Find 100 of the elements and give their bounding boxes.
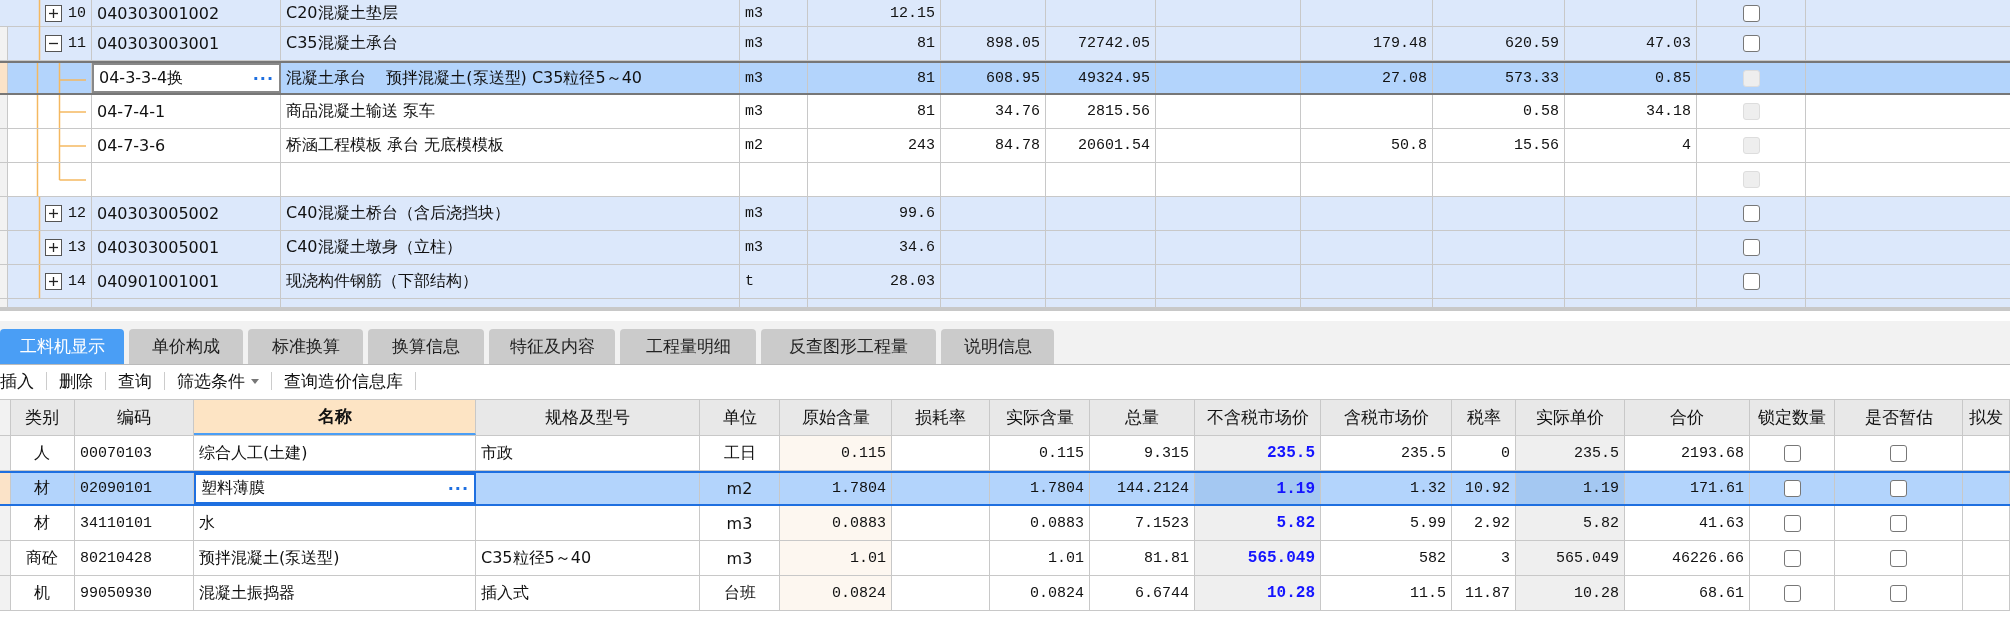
checkbox[interactable] bbox=[1742, 273, 1760, 290]
name-cell: 混凝土振捣器 bbox=[194, 576, 476, 610]
name-cell: C40混凝土墩身（立柱） bbox=[281, 231, 740, 264]
code-cell: 34110101 bbox=[75, 506, 194, 540]
name-cell: 水 bbox=[194, 506, 476, 540]
tab[interactable]: 单价构成 bbox=[129, 329, 243, 364]
column-header[interactable]: 拟发 bbox=[1963, 400, 2010, 435]
checkbox[interactable] bbox=[1742, 205, 1760, 222]
value-cell: 2193.68 bbox=[1625, 436, 1750, 470]
value-cell: 5.99 bbox=[1321, 506, 1452, 540]
checkbox[interactable] bbox=[1783, 514, 1801, 532]
checkbox[interactable] bbox=[1890, 584, 1907, 602]
expander-icon[interactable] bbox=[45, 5, 62, 22]
checkbox[interactable] bbox=[1742, 5, 1760, 22]
value-cell: 0.0824 bbox=[780, 576, 892, 610]
value-cell: 34.18 bbox=[1565, 95, 1697, 128]
table-row[interactable]: 11 040303003001 C35混凝土承台 m3 81 898.05 72742.05 179.48 620.59 47.03 bbox=[0, 27, 2010, 61]
checkbox[interactable] bbox=[1783, 480, 1801, 497]
more-button[interactable]: ··· bbox=[447, 479, 469, 498]
tab[interactable]: 特征及内容 bbox=[489, 329, 615, 364]
expander-icon[interactable] bbox=[45, 205, 62, 222]
column-header[interactable]: 名称 bbox=[194, 400, 476, 435]
value-cell: 1.7804 bbox=[990, 473, 1090, 504]
checkbox[interactable] bbox=[1890, 514, 1907, 532]
table-row[interactable]: 商砼 80210428 预拌混凝土(泵送型) C35粒径5～40 m3 1.01 1.01 81.81 565.049 582 3 565.049 46226.66 bbox=[0, 541, 2010, 576]
table-row[interactable]: 04-3-3-4换 ··· 混凝土承台 预拌混凝土(泵送型) C35粒径5～40 m3 81 608.95 49324.95 27.08 573.33 0.85 bbox=[0, 61, 2010, 95]
value-cell: 20601.54 bbox=[1046, 129, 1156, 162]
table-row[interactable]: 14 040901001001 现浇构件钢筋（下部结构） t 28.03 bbox=[0, 265, 2010, 299]
column-header[interactable]: 总量 bbox=[1090, 400, 1195, 435]
column-header[interactable]: 规格及型号 bbox=[476, 400, 700, 435]
column-header[interactable]: 实际含量 bbox=[990, 400, 1090, 435]
code-cell: 04-7-4-1 bbox=[92, 95, 281, 128]
tab[interactable]: 说明信息 bbox=[941, 329, 1054, 364]
unit-cell: m3 bbox=[740, 63, 808, 93]
value-cell: 84.78 bbox=[941, 129, 1046, 162]
checkbox[interactable] bbox=[1742, 35, 1760, 52]
expander-icon[interactable] bbox=[45, 239, 62, 256]
column-header[interactable]: 实际单价 bbox=[1516, 400, 1625, 435]
code-cell: 80210428 bbox=[75, 541, 194, 575]
value-cell: 27.08 bbox=[1301, 63, 1433, 93]
unit-cell: m3 bbox=[740, 197, 808, 230]
tab[interactable]: 标准换算 bbox=[248, 329, 363, 364]
value-cell: 573.33 bbox=[1433, 63, 1565, 93]
column-header[interactable]: 锁定数量 bbox=[1750, 400, 1835, 435]
value-cell: 179.48 bbox=[1301, 27, 1433, 60]
table-row[interactable]: 机 99050930 混凝土振捣器 插入式 台班 0.0824 0.0824 6.6744 10.28 11.5 11.87 10.28 68.61 bbox=[0, 576, 2010, 611]
value-cell: 582 bbox=[1321, 541, 1452, 575]
checkbox[interactable] bbox=[1742, 239, 1760, 256]
value-cell: 28.03 bbox=[808, 265, 941, 298]
toolbar-button[interactable]: 查询 bbox=[106, 369, 164, 393]
spec-cell: 市政 bbox=[476, 436, 700, 470]
table-row[interactable]: 材 34110101 水 m3 0.0883 0.0883 7.1523 5.82 5.99 2.92 5.82 41.63 bbox=[0, 506, 2010, 541]
checkbox[interactable] bbox=[1890, 549, 1907, 567]
value-cell: 99.6 bbox=[808, 197, 941, 230]
unit-cell: m3 bbox=[740, 95, 808, 128]
column-header[interactable]: 含税市场价 bbox=[1321, 400, 1452, 435]
value-cell: 4 bbox=[1565, 129, 1697, 162]
tab[interactable]: 换算信息 bbox=[368, 329, 484, 364]
toolbar-button[interactable]: 筛选条件 bbox=[165, 369, 271, 393]
column-header[interactable]: 不含税市场价 bbox=[1195, 400, 1321, 435]
checkbox[interactable] bbox=[1783, 444, 1801, 462]
table-row[interactable]: 12 040303005002 C40混凝土桥台（含后浇挡块） m3 99.6 bbox=[0, 197, 2010, 231]
code-cell: 040303003001 bbox=[92, 27, 281, 60]
column-header[interactable]: 合价 bbox=[1625, 400, 1750, 435]
column-header[interactable]: 类别 bbox=[10, 400, 75, 435]
toolbar-button[interactable]: 删除 bbox=[47, 369, 105, 393]
value-cell: 565.049 bbox=[1195, 541, 1321, 575]
name-cell: 桥涵工程模板 承台 无底模模板 bbox=[281, 129, 740, 162]
checkbox[interactable] bbox=[1890, 444, 1907, 462]
more-button[interactable]: ··· bbox=[252, 68, 274, 88]
table-row[interactable]: 材 02090101 塑料薄膜 ··· m2 1.7804 1.7804 144.2124 1.19 1.32 10.92 1.19 171.61 bbox=[0, 471, 2010, 506]
name-cell: 现浇构件钢筋（下部结构） bbox=[281, 265, 740, 298]
value-cell: 0.115 bbox=[780, 436, 892, 470]
value-cell: 49324.95 bbox=[1046, 63, 1156, 93]
value-cell: 171.61 bbox=[1625, 473, 1750, 504]
tab[interactable]: 反查图形工程量 bbox=[761, 329, 936, 364]
column-header[interactable]: 原始含量 bbox=[780, 400, 892, 435]
name-cell: 混凝土承台 预拌混凝土(泵送型) C35粒径5～40 bbox=[281, 63, 740, 93]
column-header[interactable]: 单位 bbox=[700, 400, 780, 435]
table-row[interactable]: 人 00070103 综合人工(土建) 市政 工日 0.115 0.115 9.315 235.5 235.5 0 235.5 2193.68 bbox=[0, 436, 2010, 471]
code-cell: 040303005001 bbox=[92, 231, 281, 264]
checkbox[interactable] bbox=[1783, 549, 1801, 567]
expander-icon[interactable] bbox=[45, 273, 62, 290]
column-header[interactable]: 损耗率 bbox=[892, 400, 990, 435]
toolbar-button[interactable]: 插入 bbox=[0, 369, 46, 393]
value-cell: 34.6 bbox=[808, 231, 941, 264]
expander-icon[interactable] bbox=[45, 35, 62, 52]
name-field[interactable]: 塑料薄膜 ··· bbox=[194, 473, 476, 504]
checkbox[interactable] bbox=[1783, 584, 1801, 602]
column-header[interactable]: 是否暂估 bbox=[1835, 400, 1963, 435]
table-row[interactable]: 13 040303005001 C40混凝土墩身（立柱） m3 34.6 bbox=[0, 231, 2010, 265]
tab[interactable]: 工程量明细 bbox=[620, 329, 756, 364]
value-cell: 11.5 bbox=[1321, 576, 1452, 610]
name-cell: 预拌混凝土(泵送型) bbox=[194, 541, 476, 575]
toolbar-button[interactable]: 查询造价信息库 bbox=[272, 369, 415, 393]
checkbox[interactable] bbox=[1890, 480, 1907, 497]
code-field[interactable]: 04-3-3-4换 ··· bbox=[92, 63, 281, 93]
name-cell: C40混凝土桥台（含后浇挡块） bbox=[281, 197, 740, 230]
column-header[interactable]: 税率 bbox=[1452, 400, 1516, 435]
table-row[interactable]: 10 040303001002 C20混凝土垫层 m3 12.15 bbox=[0, 0, 2010, 27]
